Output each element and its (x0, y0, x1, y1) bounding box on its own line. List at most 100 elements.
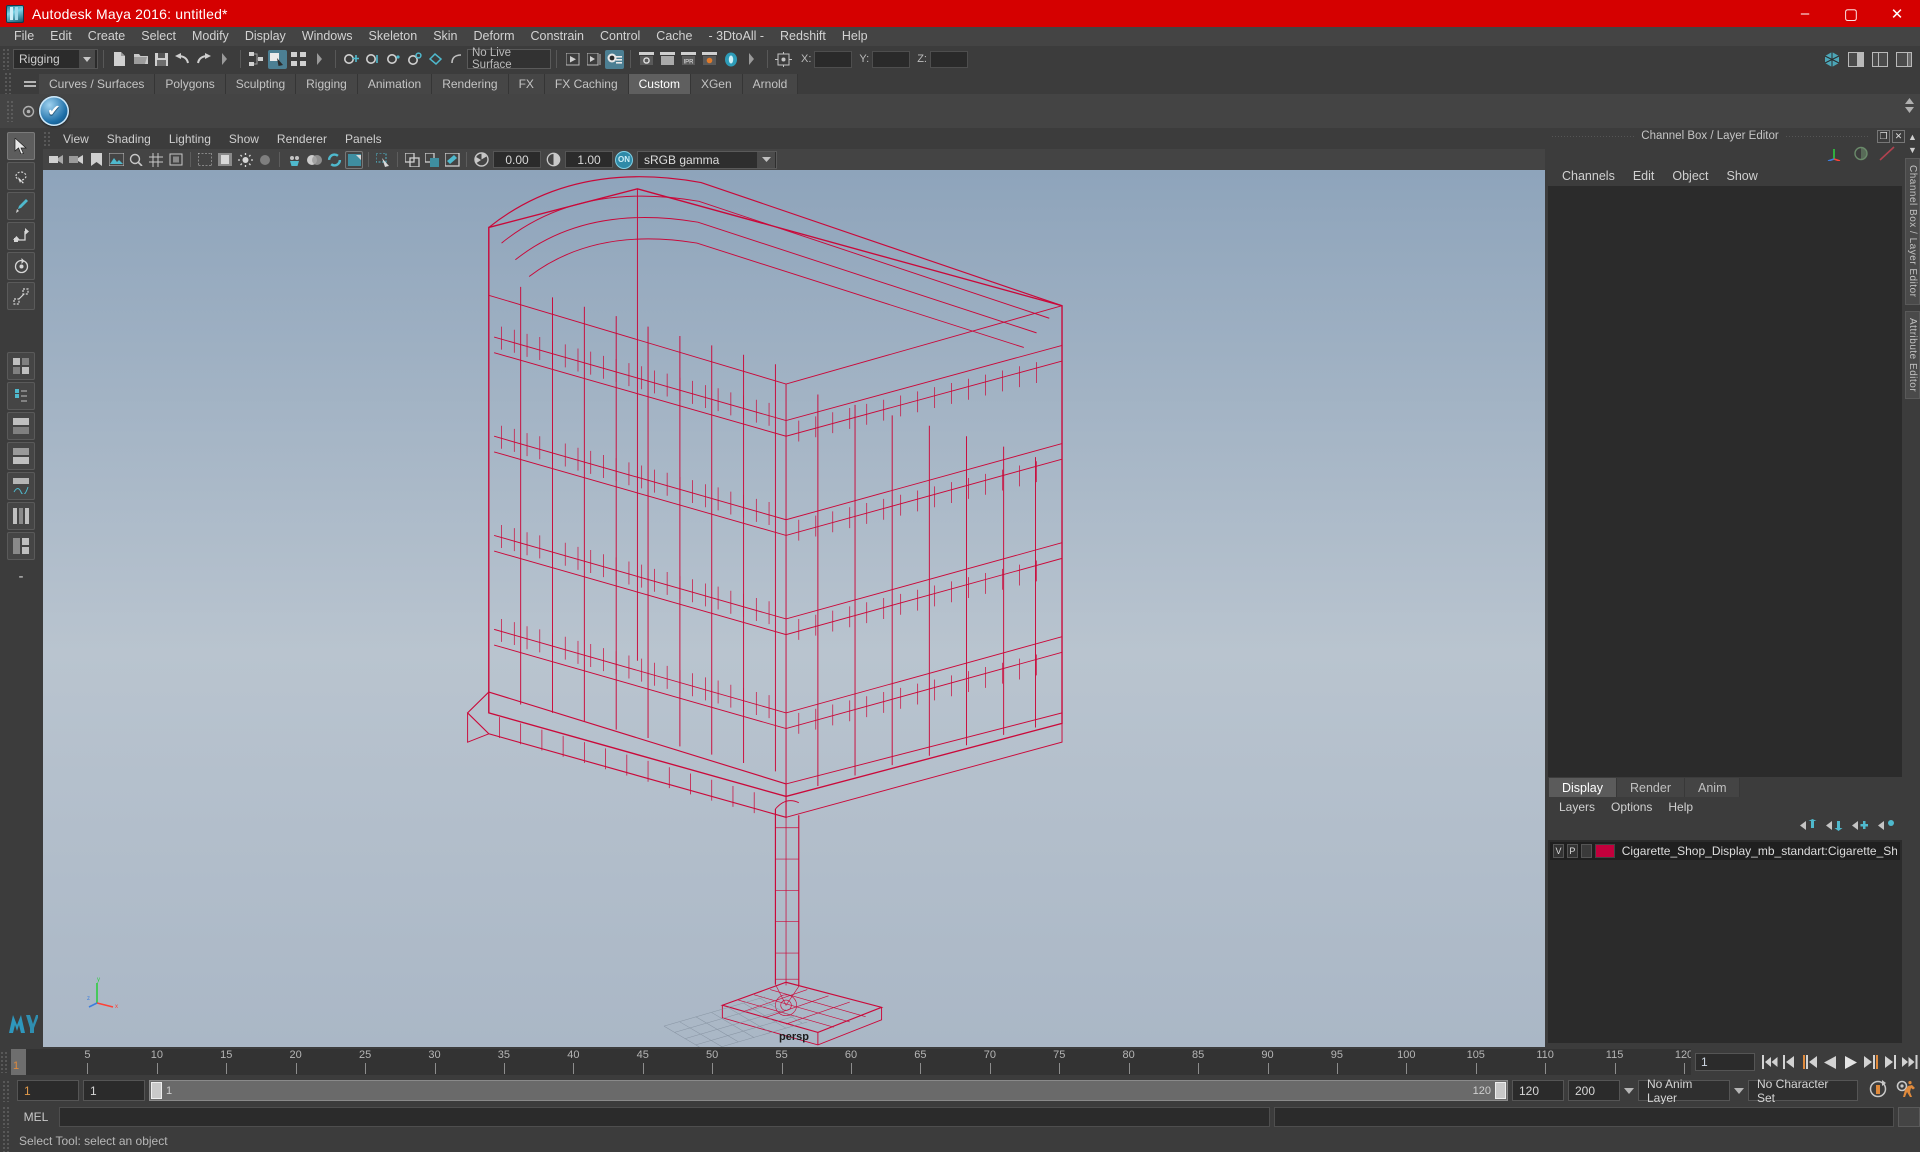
add-layer-from-selected-icon[interactable] (1878, 819, 1895, 835)
character-set-dropdown-icon[interactable] (1734, 1087, 1744, 1094)
select-tool-button[interactable] (7, 132, 35, 160)
play-forwards-button[interactable] (1841, 1052, 1859, 1072)
auto-key-icon[interactable] (1868, 1080, 1888, 1101)
close-button[interactable]: ✕ (1874, 0, 1920, 27)
panel-close-icon[interactable]: ✕ (1892, 129, 1906, 143)
layout-four-view-button[interactable] (7, 352, 35, 380)
layer-playback-toggle[interactable]: P (1566, 844, 1578, 858)
color-management-selector[interactable]: sRGB gamma (637, 150, 777, 169)
shading-sphere-icon[interactable] (1853, 146, 1869, 164)
select-by-hierarchy-button[interactable] (247, 50, 266, 69)
make-live-button[interactable] (447, 50, 466, 69)
shelf-tab-rigging[interactable]: Rigging (296, 74, 358, 94)
lasso-tool-button[interactable] (7, 162, 35, 190)
command-line-gripper[interactable] (2, 1106, 10, 1128)
snap-to-projected-center-button[interactable] (405, 50, 424, 69)
scale-tool-button[interactable] (7, 282, 35, 310)
snap-to-point-button[interactable] (384, 50, 403, 69)
move-tool-button[interactable] (7, 222, 35, 250)
isolate-select-icon[interactable] (403, 151, 421, 169)
layer-list[interactable]: V P Cigarette_Shop_Display_mb_standart:C… (1548, 840, 1902, 1043)
grid-toggle-icon[interactable] (147, 151, 165, 169)
shelf-tab-curves-surfaces[interactable]: Curves / Surfaces (39, 74, 156, 94)
show-hide-modeling-toolkit-button[interactable] (1822, 50, 1841, 69)
viewport-display-texture-icon[interactable] (345, 150, 363, 169)
help-line-gripper[interactable] (2, 1130, 10, 1152)
toolbar-expand-2[interactable] (310, 50, 329, 69)
menu-edit[interactable]: Edit (42, 27, 80, 46)
two-d-pan-zoom-icon[interactable] (127, 151, 145, 169)
layers-menu-options[interactable]: Options (1603, 800, 1660, 814)
range-slider-bar[interactable]: 1 120 (149, 1080, 1508, 1101)
current-time-indicator[interactable]: 1 (11, 1049, 26, 1075)
menu-display[interactable]: Display (237, 27, 294, 46)
layers-menu-help[interactable]: Help (1660, 800, 1701, 814)
shelf-tab-polygons[interactable]: Polygons (155, 74, 226, 94)
transform-axes-icon[interactable] (1826, 146, 1843, 164)
shelf-options-icon[interactable] (17, 96, 39, 126)
tab-render[interactable]: Render (1617, 778, 1685, 797)
layers-menu-layers[interactable]: Layers (1551, 800, 1603, 814)
animation-curve-icon[interactable] (1879, 146, 1895, 164)
shelf-body-gripper[interactable] (6, 100, 14, 122)
chevron-down-icon[interactable] (757, 151, 775, 168)
y-coordinate-field[interactable] (872, 50, 911, 68)
current-frame-field[interactable]: 1 (1695, 1053, 1755, 1071)
animation-preferences-icon[interactable] (1896, 1080, 1916, 1101)
gate-mask-icon[interactable] (216, 151, 234, 169)
snap-to-grid-button[interactable] (342, 50, 361, 69)
viewport-menu-shading[interactable]: Shading (98, 132, 160, 146)
shelf-tab-custom[interactable]: Custom (628, 74, 691, 94)
snap-to-view-planes-button[interactable] (426, 50, 445, 69)
layout-outliner-persp-graph-button[interactable] (7, 532, 35, 560)
menu-windows[interactable]: Windows (294, 27, 361, 46)
input-output-connections-button[interactable] (774, 50, 793, 69)
animation-end-time-field[interactable]: 200 (1568, 1080, 1620, 1101)
menu-skeleton[interactable]: Skeleton (361, 27, 426, 46)
range-right-handle[interactable] (1495, 1082, 1506, 1099)
tab-display[interactable]: Display (1549, 778, 1617, 797)
render-settings-button[interactable] (605, 49, 624, 69)
xray-mode-icon[interactable] (285, 151, 303, 169)
light-toggle-icon[interactable] (236, 151, 254, 169)
camera-attributes-icon[interactable] (67, 151, 85, 169)
redshift-logo-button[interactable] (721, 50, 740, 69)
step-forward-key-button[interactable] (1881, 1052, 1899, 1072)
menu-control[interactable]: Control (592, 27, 648, 46)
shelf-menu-icon[interactable] (21, 74, 39, 94)
time-slider-gripper[interactable] (0, 1051, 8, 1073)
bookmark-icon[interactable] (87, 151, 105, 169)
x-coordinate-field[interactable] (814, 50, 853, 68)
menu-skin[interactable]: Skin (425, 27, 465, 46)
exposure-field[interactable]: 0.00 (493, 151, 541, 168)
layer-row[interactable]: V P Cigarette_Shop_Display_mb_standart:C… (1550, 842, 1900, 860)
anim-layer-dropdown-icon[interactable] (1624, 1087, 1634, 1094)
playback-end-time-field[interactable]: 120 (1512, 1080, 1564, 1101)
select-by-object-button[interactable] (268, 49, 287, 69)
xray-active-components-icon[interactable] (325, 151, 343, 169)
command-language-label[interactable]: MEL (17, 1110, 55, 1124)
show-hide-attribute-editor-button[interactable] (1846, 50, 1865, 69)
shelf-gripper[interactable] (4, 72, 12, 94)
isolate-select-active-icon[interactable] (423, 151, 441, 169)
vertical-tab-attribute-editor[interactable]: Attribute Editor (1905, 310, 1920, 399)
save-scene-button[interactable] (152, 50, 171, 69)
step-back-frame-button[interactable] (1801, 1052, 1819, 1072)
menu-redshift[interactable]: Redshift (772, 27, 834, 46)
shelf-tab-fx[interactable]: FX (508, 74, 545, 94)
toolbar-expand-3[interactable] (742, 50, 761, 69)
menu-constrain[interactable]: Constrain (523, 27, 593, 46)
menu-cache[interactable]: Cache (648, 27, 700, 46)
layout-outliner-persp-button[interactable] (7, 442, 35, 470)
gamma-field[interactable]: 1.00 (565, 151, 613, 168)
snap-to-curve-button[interactable] (363, 50, 382, 69)
shelf-tab-fx-caching[interactable]: FX Caching (544, 74, 629, 94)
select-camera-icon[interactable] (47, 151, 65, 169)
shelf-scroll-arrows[interactable] (1905, 98, 1914, 113)
viewport-gripper[interactable] (43, 131, 51, 147)
anim-layer-selector[interactable]: No Anim Layer (1638, 1077, 1730, 1105)
character-set-selector[interactable]: No Character Set (1748, 1077, 1858, 1105)
minimize-button[interactable]: – (1782, 0, 1828, 27)
channelbox-menu-edit[interactable]: Edit (1624, 169, 1664, 183)
move-layer-up-icon[interactable] (1800, 819, 1817, 835)
